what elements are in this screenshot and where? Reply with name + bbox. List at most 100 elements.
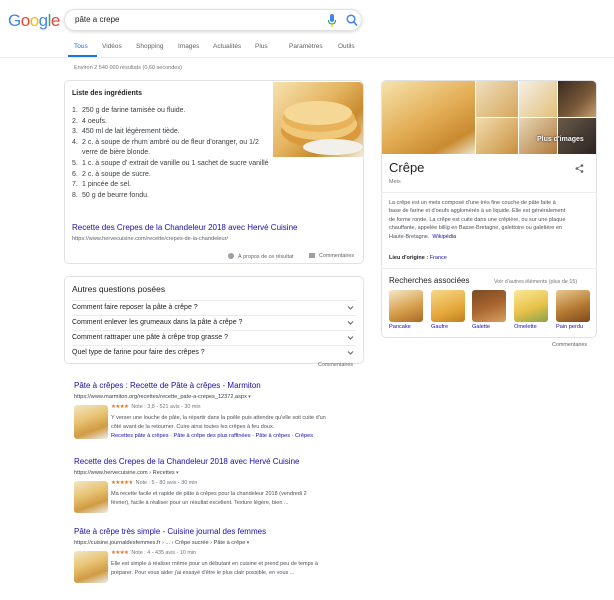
kp-origin: Lieu d'origine : France [389, 255, 447, 261]
ingredient-item: 5. 1 c. à soupe d' extrait de vanille ou … [72, 159, 272, 170]
ingredient-list: 1. 250 g de farine tamisée ou fluide. 2. 4 … [72, 106, 272, 201]
search-icon[interactable] [346, 14, 358, 27]
chevron-down-icon[interactable] [347, 334, 354, 341]
result-sitelinks[interactable]: Recettes pâte à crêpes · Pâte à crêpe de… [111, 433, 313, 439]
tab-actualites[interactable]: Actualités [213, 43, 241, 50]
related-search-image [556, 290, 590, 322]
logo-letter: o [20, 11, 30, 30]
chevron-down-icon[interactable] [347, 319, 354, 326]
logo-letter: e [50, 11, 60, 30]
wikipedia-link[interactable]: Wikipédia [432, 234, 456, 240]
kp-description-line: Haute-Bretagne. Wikipédia [389, 233, 589, 241]
related-search-label: Pain perdu [556, 324, 584, 330]
kp-description-text: de forme ronde. La crêpe est cuite dans … [389, 216, 566, 223]
paa-comments-link[interactable]: Commentaires [318, 362, 353, 368]
related-search-label: Gaufre [431, 324, 449, 330]
result-snippet-line: préparer. Pour vous aider j'ai essayé d'… [111, 570, 295, 576]
result-url-text: https://cuisine.journaldesfemmes.fr › ..… [74, 540, 246, 546]
related-search-image [431, 290, 465, 322]
result-rating: ★★★★ Note : 4 - 435 avis - 10 min [111, 550, 196, 556]
tab-outils[interactable]: Outils [338, 43, 355, 50]
result-thumbnail[interactable] [74, 481, 108, 513]
crepes-image[interactable] [273, 82, 363, 157]
about-result-link[interactable]: À propos de ce résultat [228, 253, 293, 260]
kp-description-line: de forme ronde. La crêpe est cuite dans … [389, 216, 589, 224]
result-url-text: https://www.hervecuisine.com › Recettes [74, 470, 175, 476]
ingredient-item: 4. 2 c. à soupe de rhum ambré ou de fleur… [72, 138, 272, 159]
snippet-comments-link[interactable]: Commentaires [309, 253, 354, 259]
snippet-result-link[interactable]: Recette des Crepes de la Chandeleur 2018… [72, 223, 297, 232]
ingredient-item: 3. 450 ml de lait légèrement tiède. [72, 127, 272, 138]
kp-image-3[interactable] [519, 81, 557, 117]
chevron-down-icon[interactable] [347, 349, 354, 356]
kp-description-line: La crêpe est un mets composé d'une très … [389, 199, 589, 207]
related-search-item[interactable]: Pancake [389, 290, 423, 330]
kp-main-image[interactable] [382, 81, 475, 154]
result-thumbnail[interactable] [74, 551, 108, 583]
result-snippet-line: Y verser une louche de pâte, la répartir… [111, 415, 326, 421]
origin-link[interactable]: France [430, 255, 447, 261]
kp-image-4[interactable] [558, 81, 596, 117]
ingredient-number: 1. [72, 107, 78, 114]
more-images-link[interactable]: Plus d'images [537, 136, 584, 143]
related-searches-title: Recherches associées [389, 276, 470, 285]
paa-title: Autres questions posées [72, 284, 166, 294]
related-search-item[interactable]: Galette [472, 290, 506, 330]
paa-question-text: Quel type de farine pour faire des crêpe… [72, 349, 205, 356]
tab-videos[interactable]: Vidéos [102, 43, 122, 50]
result-snippet-line: côté avant de la retourner. Cuire ainsi … [111, 424, 275, 430]
result-title-link[interactable]: Recette des Crepes de la Chandeleur 2018… [74, 457, 299, 466]
tab-parametres[interactable]: Paramètres [289, 43, 323, 50]
paa-question[interactable]: Comment rattraper une pâte à crêpe trop … [72, 330, 356, 345]
ingredient-number: 4. [72, 138, 78, 146]
tab-images[interactable]: Images [178, 43, 199, 50]
snippet-url: https://www.hervecuisine.com/recette/cre… [72, 236, 229, 242]
share-icon[interactable] [575, 164, 584, 173]
result-title-link[interactable]: Pâte à crêpes : Recette de Pâte à crêpes… [74, 381, 261, 390]
related-search-image [472, 290, 506, 322]
result-thumbnail[interactable] [74, 405, 108, 439]
rating-stars: ★★★★★ [111, 480, 133, 486]
search-input[interactable]: pâte a crepe [75, 15, 119, 24]
paa-question[interactable]: Quel type de farine pour faire des crêpe… [72, 345, 356, 360]
snippet-title: Liste des ingrédients [72, 90, 143, 97]
tab-tous[interactable]: Tous [74, 43, 88, 50]
ingredient-item: 7. 1 pincée de sel. [72, 180, 272, 191]
microphone-icon[interactable] [327, 14, 337, 27]
kp-subtitle: Mets [389, 179, 401, 185]
rating-stars: ★★★★ [111, 550, 129, 556]
result-title-link[interactable]: Pâte à crêpe très simple - Cuisine journ… [74, 527, 266, 536]
dropdown-arrow-icon[interactable]: ▾ [245, 540, 250, 546]
ingredient-number: 2. [72, 117, 78, 125]
kp-image-2[interactable] [476, 81, 518, 117]
kp-comments-link[interactable]: Commentaires [552, 342, 587, 348]
tab-shopping[interactable]: Shopping [136, 43, 163, 50]
result-snippet-line: février), facile à réaliser pour un résu… [111, 500, 289, 506]
ingredient-text: 250 g de farine tamisée ou fluide. [82, 107, 186, 114]
paa-question[interactable]: Comment faire reposer la pâte à crêpe ? [72, 300, 356, 315]
dropdown-arrow-icon[interactable]: ▾ [175, 470, 179, 476]
kp-description-text: chauffante, appelée billig en Basse-Bret… [389, 225, 562, 232]
result-rating: ★★★★ Note : 3,8 - 521 avis - 30 min [111, 404, 201, 410]
related-search-image [389, 290, 423, 322]
related-more-link[interactable]: Voir d'autres éléments (plus de 15) [494, 279, 577, 285]
paa-question-text: Comment rattraper une pâte à crêpe trop … [72, 334, 229, 341]
related-search-label: Omelette [514, 324, 537, 330]
search-box[interactable]: pâte a crepe [64, 9, 362, 31]
related-search-item[interactable]: Pain perdu [556, 290, 590, 330]
related-search-item[interactable]: Gaufre [431, 290, 465, 330]
chevron-down-icon[interactable] [347, 304, 354, 311]
help-icon [228, 253, 234, 259]
kp-description-text: Haute-Bretagne. [389, 233, 430, 240]
related-search-item[interactable]: Omelette [514, 290, 548, 330]
ingredient-number: 7. [72, 181, 78, 189]
paa-question[interactable]: Comment enlever les grumeaux dans la pât… [72, 315, 356, 330]
ingredient-text: 1 c. à soupe d' extrait de vanille ou 1 … [82, 159, 269, 167]
kp-title: Crêpe [389, 160, 425, 175]
kp-image-5[interactable] [476, 118, 518, 154]
result-snippet-line: Elle est simple à réaliser même pour un … [111, 561, 318, 567]
dropdown-arrow-icon[interactable]: ▾ [247, 394, 251, 400]
ingredient-text: 2 c. à soupe de rhum ambré ou de fleur d… [82, 138, 259, 157]
tab-plus[interactable]: Plus [255, 43, 268, 50]
google-logo[interactable]: Google [8, 11, 60, 31]
